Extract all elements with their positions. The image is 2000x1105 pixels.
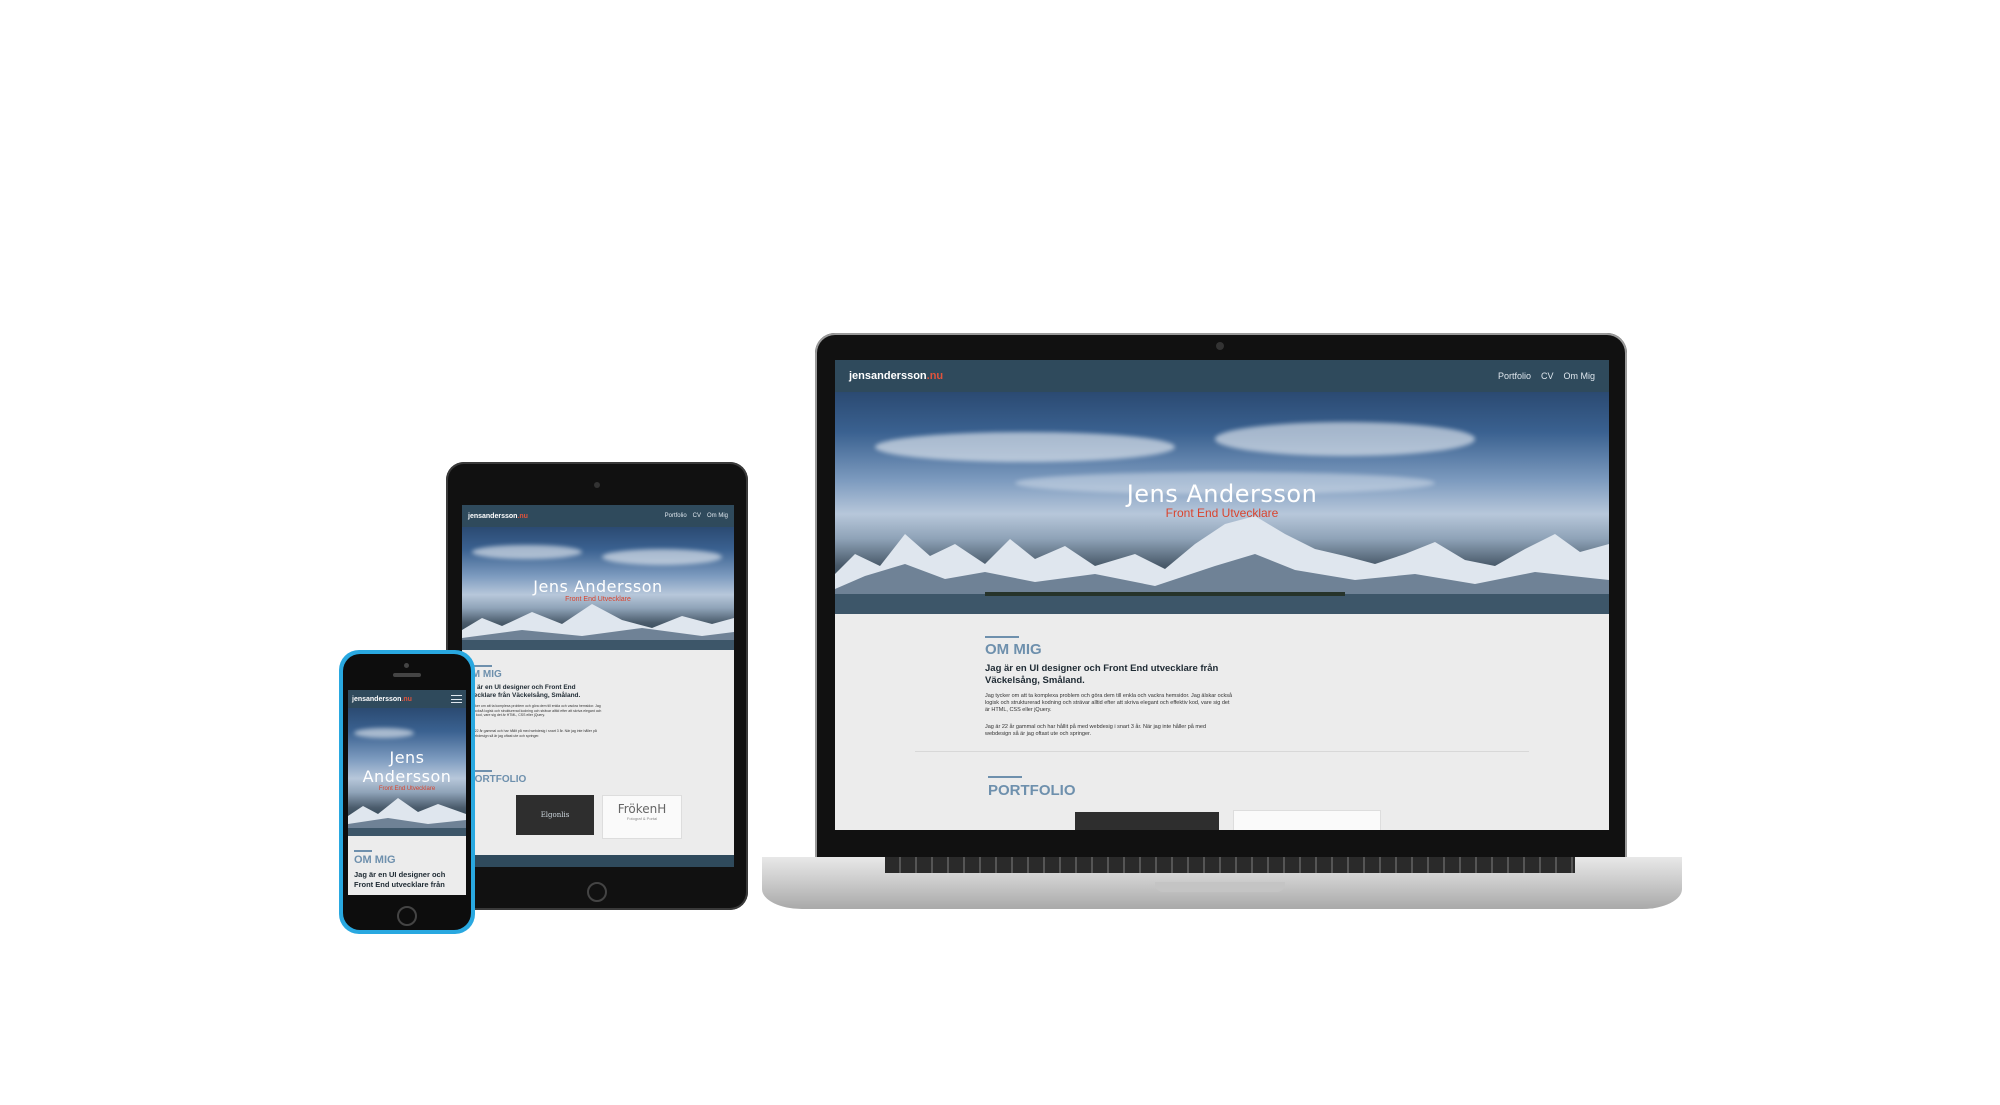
hero-name-line-1: Jens [389, 748, 425, 767]
section-bar [472, 665, 492, 667]
nav-portfolio[interactable]: Portfolio [665, 513, 687, 519]
hero-name-line-2: Andersson [362, 767, 452, 786]
phone-camera [404, 663, 409, 668]
hero-subtitle: Front End Utvecklare [378, 786, 436, 792]
phone-screen: jensandersson.nu Jens Andersson Front En… [348, 690, 466, 895]
tablet-hero: Jens Andersson Front End Utvecklare [462, 527, 734, 650]
tablet-nav-links: Portfolio CV Om Mig [665, 513, 728, 519]
about-paragraph-1: Jag tycker om att ta komplexa problem oc… [464, 704, 602, 717]
about-paragraph-2: Jag är 22 år gammal och har hållit på me… [985, 724, 1207, 737]
logo-tld: .nu [517, 512, 528, 520]
portfolio-item-frokenh[interactable]: FrökenH Fotograf & Portal [602, 795, 682, 839]
portfolio-title: PORTFOLIO [988, 782, 1076, 799]
about-title: OM MIG [985, 641, 1042, 658]
hero-name: Jens Andersson [1126, 480, 1318, 508]
logo-tld: .nu [926, 370, 944, 382]
portfolio-item-elgonlis[interactable]: Elgonlis [516, 795, 594, 835]
about-title: OM MIG [354, 854, 396, 866]
portfolio-item-frokenh[interactable] [1233, 810, 1381, 830]
phone-navbar: jensandersson.nu [348, 690, 466, 708]
tablet-screen: jensandersson.nu Portfolio CV Om Mig Jen… [462, 505, 734, 867]
section-divider [915, 751, 1529, 752]
laptop-hero: Jens Andersson Front End Utvecklare [835, 392, 1609, 614]
hero-subtitle: Front End Utvecklare [1165, 506, 1279, 520]
about-lead: Jag är en UI designer och Front End utve… [464, 684, 581, 699]
mountain-graphic [348, 798, 466, 836]
tablet-navbar: jensandersson.nu Portfolio CV Om Mig [462, 505, 734, 527]
about-lead: Jag är en UI designer och Front End utve… [985, 663, 1219, 686]
nav-om-mig[interactable]: Om Mig [707, 513, 728, 519]
phone-home-button[interactable] [397, 906, 417, 926]
laptop-nav-links: Portfolio CV Om Mig [1498, 371, 1595, 381]
section-bar [354, 850, 372, 852]
tablet-camera [594, 482, 600, 488]
section-bar [985, 636, 1019, 638]
section-bar [988, 776, 1022, 778]
laptop-screen: jensandersson.nu Portfolio CV Om Mig Jen… [835, 360, 1609, 830]
tablet-home-button[interactable] [587, 882, 607, 902]
nav-cv[interactable]: CV [1541, 371, 1554, 381]
nav-portfolio[interactable]: Portfolio [1498, 371, 1531, 381]
laptop-keyboard [885, 857, 1575, 873]
tablet-footer-bar [462, 855, 734, 867]
portfolio-item-sublabel: Fotograf & Portal [626, 816, 658, 821]
portfolio-item-elgonlis[interactable] [1075, 812, 1219, 830]
portfolio-item-label: FrökenH [617, 802, 667, 816]
portfolio-item-label: Elgonlis [540, 811, 570, 819]
about-lead: Jag är en UI designer och Front End utve… [354, 870, 446, 889]
phone-speaker [393, 673, 421, 677]
section-bar [472, 770, 492, 772]
laptop-camera [1216, 342, 1224, 350]
logo-main: jensandersson [849, 370, 927, 382]
about-paragraph-1: Jag tycker om att ta komplexa problem oc… [985, 693, 1233, 713]
laptop-navbar: jensandersson.nu Portfolio CV Om Mig [835, 360, 1609, 392]
phone-hero: Jens Andersson Front End Utvecklare [348, 708, 466, 836]
laptop-notch [1155, 882, 1285, 892]
hero-subtitle: Front End Utvecklare [565, 596, 631, 603]
site-logo[interactable]: jensandersson.nu [468, 513, 528, 520]
portfolio-title: PORTFOLIO [468, 774, 527, 785]
menu-icon[interactable] [451, 695, 462, 703]
logo-tld: .nu [401, 695, 412, 703]
nav-cv[interactable]: CV [693, 513, 701, 519]
logo-main: jensandersson [468, 512, 518, 520]
hero-name: Jens Andersson [533, 577, 663, 596]
site-logo[interactable]: jensandersson.nu [849, 370, 943, 382]
nav-om-mig[interactable]: Om Mig [1564, 371, 1596, 381]
about-paragraph-2: Jag är 22 år gammal och har hållit på me… [464, 729, 597, 738]
site-logo[interactable]: jensandersson.nu [352, 696, 412, 703]
logo-main: jensandersson [352, 695, 402, 703]
